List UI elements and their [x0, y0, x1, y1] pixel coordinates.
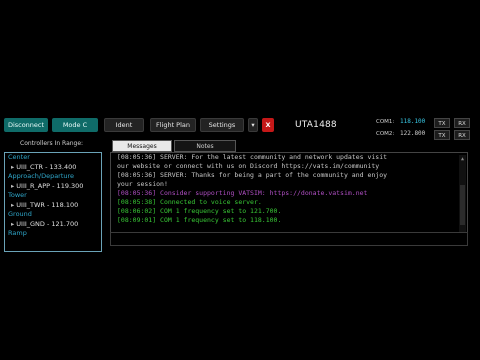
chevron-right-icon: ▸	[11, 201, 15, 209]
chevron-right-icon: ▸	[11, 163, 15, 171]
message-line: [08:05:38] Connected to voice server.	[117, 198, 262, 206]
chevron-down-icon: ▾	[251, 121, 255, 129]
controllers-list[interactable]: Center ▸ UIII_CTR - 133.400 Approach/Depa…	[4, 152, 102, 252]
vpilot-window: Disconnect Mode C Ident Flight Plan Sett…	[0, 112, 476, 254]
chevron-right-icon: ▸	[11, 220, 15, 228]
controller-group: Ramp	[5, 229, 101, 238]
message-line: your session!	[117, 180, 168, 188]
com1-label: COM1:	[376, 119, 395, 125]
dropdown-button[interactable]: ▾	[248, 118, 258, 132]
flight-plan-button[interactable]: Flight Plan	[150, 118, 196, 132]
controller-label: UIII_CTR - 133.400	[16, 163, 77, 171]
controller-group: Approach/Departure ▸ UIII_R_APP - 119.300	[5, 172, 101, 191]
message-list: [08:05:36] SERVER: For the latest commun…	[111, 153, 467, 225]
chevron-right-icon: ▸	[11, 182, 15, 190]
controller-item[interactable]: ▸ UIII_GND - 121.700	[5, 219, 101, 229]
controller-item[interactable]: ▸ UIII_CTR - 133.400	[5, 162, 101, 172]
tab-notes[interactable]: Notes	[174, 140, 236, 152]
disconnect-button[interactable]: Disconnect	[4, 118, 48, 132]
controller-group: Center ▸ UIII_CTR - 133.400	[5, 153, 101, 172]
settings-button[interactable]: Settings	[200, 118, 244, 132]
group-label: Tower	[8, 191, 27, 199]
group-label: Ramp	[8, 229, 27, 237]
message-line: [08:05:36] SERVER: For the latest commun…	[117, 153, 388, 161]
group-label: Approach/Departure	[8, 172, 75, 180]
tab-messages[interactable]: Messages	[112, 140, 172, 152]
message-input[interactable]	[110, 232, 468, 246]
message-line: [08:09:01] COM 1 frequency set to 118.10…	[117, 216, 282, 224]
message-line: our website or connect with us on Discor…	[117, 162, 380, 170]
close-button[interactable]: X	[262, 118, 274, 132]
message-line: [08:05:36] SERVER: Thanks for being a pa…	[117, 171, 388, 179]
com1-tx-button[interactable]: TX	[434, 118, 450, 128]
message-line: [08:06:02] COM 1 frequency set to 121.70…	[117, 207, 282, 215]
com2-tx-button[interactable]: TX	[434, 130, 450, 140]
controllers-title: Controllers In Range:	[20, 140, 84, 147]
controller-item[interactable]: ▸ UIII_R_APP - 119.300	[5, 181, 101, 191]
mode-c-button[interactable]: Mode C	[52, 118, 98, 132]
com1-rx-button[interactable]: RX	[454, 118, 470, 128]
callsign-label: UTA1488	[295, 120, 337, 130]
group-label: Ground	[8, 210, 32, 218]
scrollbar-thumb[interactable]	[460, 185, 465, 225]
controller-group: Tower ▸ UIII_TWR - 118.100	[5, 191, 101, 210]
ident-button[interactable]: Ident	[104, 118, 144, 132]
messages-scrollbar[interactable]: ▲ ▼	[459, 155, 466, 241]
controller-label: UIII_TWR - 118.100	[16, 201, 79, 209]
close-icon: X	[265, 121, 271, 129]
com2-label: COM2:	[376, 131, 395, 137]
com2-rx-button[interactable]: RX	[454, 130, 470, 140]
group-label: Center	[8, 153, 30, 161]
scroll-up-icon[interactable]: ▲	[459, 155, 466, 164]
controller-item[interactable]: ▸ UIII_TWR - 118.100	[5, 200, 101, 210]
controller-label: UIII_GND - 121.700	[16, 220, 79, 228]
com1-frequency: 118.100	[400, 118, 426, 125]
com2-frequency: 122.800	[400, 130, 426, 137]
controller-group: Ground ▸ UIII_GND - 121.700	[5, 210, 101, 229]
messages-panel[interactable]: [08:05:36] SERVER: For the latest commun…	[110, 152, 468, 244]
controller-label: UIII_R_APP - 119.300	[16, 182, 84, 190]
message-line: [08:05:36] Consider supporting VATSIM: h…	[117, 189, 368, 197]
